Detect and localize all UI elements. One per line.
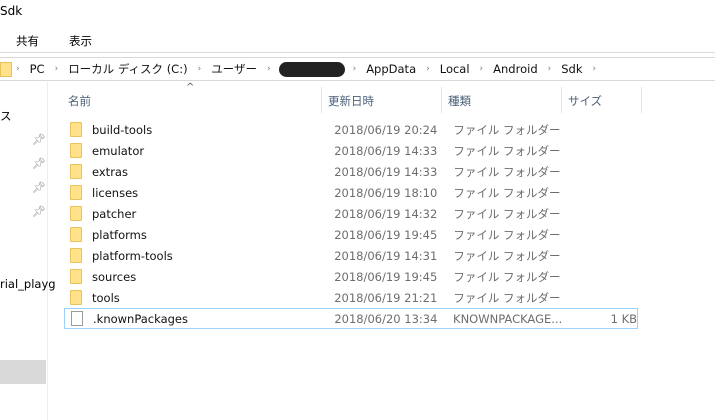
folder-icon bbox=[70, 248, 82, 263]
chevron-right-icon[interactable]: › bbox=[589, 64, 601, 74]
column-header-name[interactable]: 名前 bbox=[68, 93, 91, 109]
file-type: ファイル フォルダー bbox=[453, 143, 561, 158]
file-row[interactable]: build-tools 2018/06/19 20:24 ファイル フォルダー bbox=[64, 119, 638, 140]
folder-icon bbox=[70, 164, 82, 179]
file-name: licenses bbox=[92, 185, 139, 200]
file-name: tools bbox=[92, 290, 120, 305]
file-row[interactable]: licenses 2018/06/19 18:10 ファイル フォルダー bbox=[64, 182, 638, 203]
file-date: 2018/06/19 20:24 bbox=[334, 122, 438, 137]
breadcrumb-android[interactable]: Android bbox=[487, 62, 543, 76]
breadcrumb-local-disk[interactable]: ローカル ディスク (C:) bbox=[62, 61, 193, 77]
tab-share[interactable]: 共有 bbox=[16, 33, 39, 49]
file-name: platforms bbox=[92, 227, 147, 242]
file-date: 2018/06/19 14:33 bbox=[334, 143, 438, 158]
file-row[interactable]: extras 2018/06/19 14:33 ファイル フォルダー bbox=[64, 161, 638, 182]
file-type: ファイル フォルダー bbox=[453, 164, 561, 179]
file-type: KNOWNPACKAGE... bbox=[453, 311, 563, 326]
pin-icon[interactable]: 📌︎ bbox=[32, 157, 46, 170]
column-header-size[interactable]: サイズ bbox=[568, 93, 602, 109]
tab-view[interactable]: 表示 bbox=[69, 33, 92, 49]
file-date: 2018/06/20 13:34 bbox=[334, 311, 438, 326]
file-type: ファイル フォルダー bbox=[453, 206, 561, 221]
folder-icon bbox=[70, 185, 82, 200]
nav-item-folder[interactable]: rial_playg bbox=[0, 277, 56, 291]
folder-icon bbox=[70, 227, 82, 242]
column-header-date[interactable]: 更新日時 bbox=[328, 93, 374, 109]
breadcrumb-sdk[interactable]: Sdk bbox=[555, 62, 588, 76]
column-divider[interactable] bbox=[441, 87, 442, 113]
file-type: ファイル フォルダー bbox=[453, 248, 561, 263]
file-type: ファイル フォルダー bbox=[453, 290, 561, 305]
breadcrumb-pc[interactable]: PC bbox=[24, 62, 51, 76]
file-type: ファイル フォルダー bbox=[453, 122, 561, 137]
folder-icon bbox=[70, 269, 82, 284]
breadcrumb-appdata[interactable]: AppData bbox=[360, 62, 422, 76]
file-date: 2018/06/19 19:45 bbox=[334, 227, 438, 242]
chevron-right-icon[interactable]: › bbox=[476, 64, 488, 74]
file-row[interactable]: sources 2018/06/19 19:45 ファイル フォルダー bbox=[64, 266, 638, 287]
folder-icon bbox=[70, 122, 82, 137]
folder-icon bbox=[70, 206, 82, 221]
file-date: 2018/06/19 14:31 bbox=[334, 248, 438, 263]
file-name: sources bbox=[92, 269, 137, 284]
chevron-right-icon[interactable]: › bbox=[349, 64, 361, 74]
file-name: patcher bbox=[92, 206, 137, 221]
nav-item-selected[interactable] bbox=[0, 360, 46, 384]
folder-icon bbox=[0, 61, 12, 77]
column-divider[interactable] bbox=[321, 87, 322, 113]
chevron-right-icon[interactable]: › bbox=[544, 64, 556, 74]
file-date: 2018/06/19 14:33 bbox=[334, 164, 438, 179]
file-row[interactable]: tools 2018/06/19 21:21 ファイル フォルダー bbox=[64, 287, 638, 308]
address-bar[interactable]: › PC › ローカル ディスク (C:) › ユーザー › › AppData… bbox=[0, 57, 715, 81]
breadcrumb-local[interactable]: Local bbox=[434, 62, 476, 76]
file-date: 2018/06/19 18:10 bbox=[334, 185, 438, 200]
file-name: build-tools bbox=[92, 122, 153, 137]
redacted-username bbox=[278, 61, 345, 77]
sort-ascending-icon: ^ bbox=[186, 82, 195, 93]
window-title: Sdk bbox=[0, 4, 23, 18]
file-date: 2018/06/19 19:45 bbox=[334, 269, 438, 284]
file-row[interactable]: emulator 2018/06/19 14:33 ファイル フォルダー bbox=[64, 140, 638, 161]
chevron-right-icon[interactable]: › bbox=[51, 64, 63, 74]
file-row[interactable]: platforms 2018/06/19 19:45 ファイル フォルダー bbox=[64, 224, 638, 245]
column-divider[interactable] bbox=[561, 87, 562, 113]
breadcrumb-users[interactable]: ユーザー bbox=[205, 61, 263, 77]
chevron-right-icon[interactable]: › bbox=[12, 64, 24, 74]
file-size: 1 KB bbox=[610, 311, 637, 326]
file-name: extras bbox=[92, 164, 128, 179]
column-divider[interactable] bbox=[641, 87, 642, 113]
pin-icon[interactable]: 📌︎ bbox=[32, 181, 46, 194]
file-type: ファイル フォルダー bbox=[453, 269, 561, 284]
file-icon bbox=[71, 311, 83, 326]
file-name: emulator bbox=[92, 143, 145, 158]
folder-icon bbox=[70, 143, 82, 158]
file-name: .knownPackages bbox=[93, 311, 188, 326]
ribbon-divider bbox=[0, 52, 715, 53]
nav-item-quick-access[interactable]: ス bbox=[0, 108, 12, 124]
chevron-right-icon[interactable]: › bbox=[194, 64, 206, 74]
file-row[interactable]: patcher 2018/06/19 14:32 ファイル フォルダー bbox=[64, 203, 638, 224]
file-row[interactable]: platform-tools 2018/06/19 14:31 ファイル フォル… bbox=[64, 245, 638, 266]
file-type: ファイル フォルダー bbox=[453, 227, 561, 242]
folder-icon bbox=[70, 290, 82, 305]
chevron-right-icon[interactable]: › bbox=[422, 64, 434, 74]
pin-icon[interactable]: 📌︎ bbox=[32, 205, 46, 218]
file-row[interactable]: .knownPackages 2018/06/20 13:34 KNOWNPAC… bbox=[64, 308, 638, 329]
file-name: platform-tools bbox=[92, 248, 173, 263]
column-header-type[interactable]: 種類 bbox=[448, 93, 471, 109]
file-type: ファイル フォルダー bbox=[453, 185, 561, 200]
file-date: 2018/06/19 21:21 bbox=[334, 290, 438, 305]
file-date: 2018/06/19 14:32 bbox=[334, 206, 438, 221]
chevron-right-icon[interactable]: › bbox=[263, 64, 275, 74]
pin-icon[interactable]: 📌︎ bbox=[32, 133, 46, 146]
